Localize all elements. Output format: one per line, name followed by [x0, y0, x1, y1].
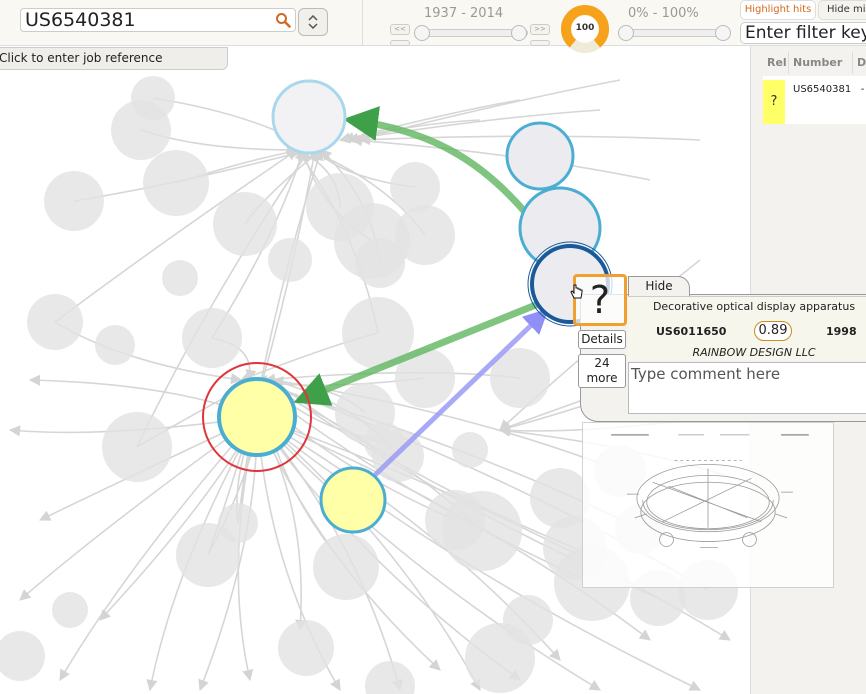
- search-box: [20, 8, 296, 32]
- patent-year: 1998: [826, 325, 857, 338]
- column-header-d[interactable]: D: [853, 52, 866, 74]
- hand-cursor-icon: [570, 284, 583, 299]
- sort-button[interactable]: [298, 8, 328, 36]
- background-node[interactable]: [313, 534, 379, 600]
- column-header-rel[interactable]: Rel: [763, 52, 789, 74]
- background-node[interactable]: [27, 294, 83, 350]
- app-stage: 1937 - 2014 << >> 100 0% - 100% Highligh…: [0, 0, 866, 694]
- year-slider-max-handle[interactable]: [511, 25, 527, 41]
- citation-edge-green-top[interactable]: [343, 106, 528, 215]
- more-count: 24: [594, 356, 610, 370]
- percent-range-label: 0% - 100%: [628, 6, 699, 21]
- more-button[interactable]: 24 more: [578, 354, 626, 388]
- toolbar-divider: [362, 0, 363, 46]
- sort-arrows-icon: [308, 15, 318, 29]
- background-node[interactable]: [278, 620, 334, 676]
- background-node[interactable]: [218, 503, 258, 543]
- date-text: -: [860, 84, 865, 95]
- patent-popup: Hide ? Details 24 more Decorative optical…: [573, 274, 866, 422]
- background-node[interactable]: [182, 308, 242, 368]
- patent-drawing-thumbnail[interactable]: [582, 422, 834, 588]
- relevance-cell: ?: [763, 80, 785, 124]
- background-node[interactable]: [162, 260, 198, 296]
- gauge-value: 100: [575, 23, 595, 33]
- hide-missing-button[interactable]: Hide miss: [818, 0, 866, 20]
- background-node[interactable]: [52, 592, 88, 628]
- background-node[interactable]: [452, 432, 488, 468]
- similarity-score: 0.89: [754, 321, 792, 341]
- comment-input[interactable]: [628, 362, 866, 414]
- year-scroll-right-button[interactable]: >>: [530, 24, 550, 35]
- background-node[interactable]: [213, 192, 277, 256]
- patent-assignee: RAINBOW DESIGN LLC: [692, 346, 816, 359]
- background-node[interactable]: [131, 76, 175, 120]
- percent-slider-min-handle[interactable]: [618, 25, 634, 41]
- percent-range-slider[interactable]: [622, 29, 730, 37]
- patent-number-cell: US6540381 -: [793, 84, 864, 95]
- top-toolbar: 1937 - 2014 << >> 100 0% - 100% Highligh…: [0, 0, 866, 53]
- patent-node-query[interactable]: [217, 377, 297, 457]
- background-node[interactable]: [365, 661, 415, 694]
- background-node[interactable]: [530, 468, 590, 528]
- patent-node-right-small[interactable]: [505, 121, 575, 191]
- patent-info-card: Decorative optical display apparatus US6…: [628, 296, 866, 360]
- background-node[interactable]: [143, 150, 209, 216]
- background-node[interactable]: [102, 412, 172, 482]
- patent-number-text: US6540381: [793, 84, 852, 95]
- patent-title: Decorative optical display apparatus: [652, 300, 856, 313]
- background-node[interactable]: [95, 325, 135, 365]
- more-label: more: [586, 371, 618, 385]
- relevance-unknown-marker[interactable]: ?: [573, 274, 627, 326]
- background-node[interactable]: [0, 631, 45, 681]
- results-table-header: Rel Number D: [763, 52, 866, 74]
- year-slider-min-handle[interactable]: [414, 25, 430, 41]
- details-button[interactable]: Details: [578, 330, 626, 349]
- year-range-label: 1937 - 2014: [424, 6, 504, 21]
- year-step-right-button[interactable]: [530, 40, 550, 46]
- background-node[interactable]: [390, 162, 440, 212]
- background-node[interactable]: [268, 238, 312, 282]
- background-node[interactable]: [44, 171, 104, 231]
- highlight-hits-button[interactable]: Highlight hits: [740, 0, 816, 20]
- column-header-number[interactable]: Number: [789, 52, 853, 74]
- percent-slider-max-handle[interactable]: [715, 25, 731, 41]
- background-node[interactable]: [355, 238, 405, 288]
- hide-popup-button[interactable]: Hide: [628, 276, 690, 296]
- year-scroll-left-button[interactable]: <<: [390, 24, 410, 35]
- background-node[interactable]: [442, 491, 522, 571]
- patent-number[interactable]: US6011650: [656, 325, 726, 338]
- year-step-left-button[interactable]: [390, 40, 410, 46]
- table-row[interactable]: ? US6540381 -: [763, 76, 866, 124]
- search-icon[interactable]: [275, 12, 291, 28]
- patent-node-top[interactable]: [271, 79, 347, 155]
- job-reference-field[interactable]: Click to enter job reference: [0, 47, 228, 70]
- background-node[interactable]: [503, 595, 553, 645]
- patent-node-yellow-small[interactable]: [319, 466, 387, 534]
- search-input[interactable]: [25, 9, 273, 31]
- filter-input[interactable]: [740, 22, 866, 44]
